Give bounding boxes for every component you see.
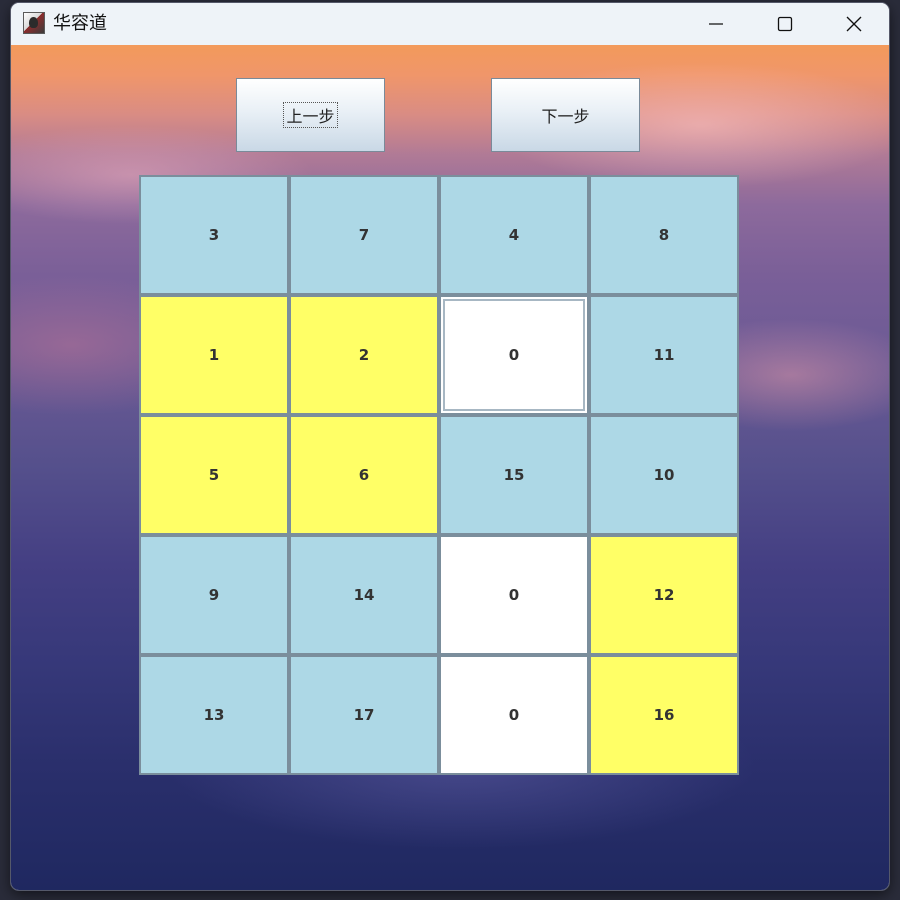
minimize-icon [709,23,723,25]
tile-r0c3[interactable]: 8 [589,175,739,295]
tile-r1c3[interactable]: 11 [589,295,739,415]
tile-r1c1[interactable]: 2 [289,295,439,415]
app-icon [23,12,45,34]
tile-r3c1[interactable]: 14 [289,535,439,655]
next-step-label: 下一步 [541,107,590,126]
puzzle-board: 3 7 4 8 1 2 0 11 5 6 15 10 9 14 0 12 13 … [139,175,739,775]
close-icon [846,16,862,32]
previous-step-label: 上一步 [283,102,338,128]
title-bar[interactable]: 华容道 [11,3,889,45]
close-button[interactable] [819,3,889,45]
previous-step-button[interactable]: 上一步 [236,78,385,152]
tile-r1c0[interactable]: 1 [139,295,289,415]
window-title: 华容道 [53,13,107,34]
maximize-button[interactable] [750,3,820,45]
tile-r3c3[interactable]: 12 [589,535,739,655]
tile-r4c2[interactable]: 0 [439,655,589,775]
tile-r3c2[interactable]: 0 [439,535,589,655]
maximize-icon [777,16,793,32]
tile-r2c0[interactable]: 5 [139,415,289,535]
minimize-button[interactable] [681,3,751,45]
tile-r0c2[interactable]: 4 [439,175,589,295]
tile-r1c2[interactable]: 0 [439,295,589,415]
tile-r0c1[interactable]: 7 [289,175,439,295]
tile-r2c2[interactable]: 15 [439,415,589,535]
tile-r4c3[interactable]: 16 [589,655,739,775]
tile-r3c0[interactable]: 9 [139,535,289,655]
app-window: 华容道 上一步 下一步 3 7 4 8 1 2 0 11 5 6 15 10 9… [11,3,889,890]
tile-r2c3[interactable]: 10 [589,415,739,535]
tile-r0c0[interactable]: 3 [139,175,289,295]
next-step-button[interactable]: 下一步 [491,78,640,152]
tile-r2c1[interactable]: 6 [289,415,439,535]
tile-r4c1[interactable]: 17 [289,655,439,775]
tile-r4c0[interactable]: 13 [139,655,289,775]
content-area: 上一步 下一步 3 7 4 8 1 2 0 11 5 6 15 10 9 14 … [11,45,889,890]
